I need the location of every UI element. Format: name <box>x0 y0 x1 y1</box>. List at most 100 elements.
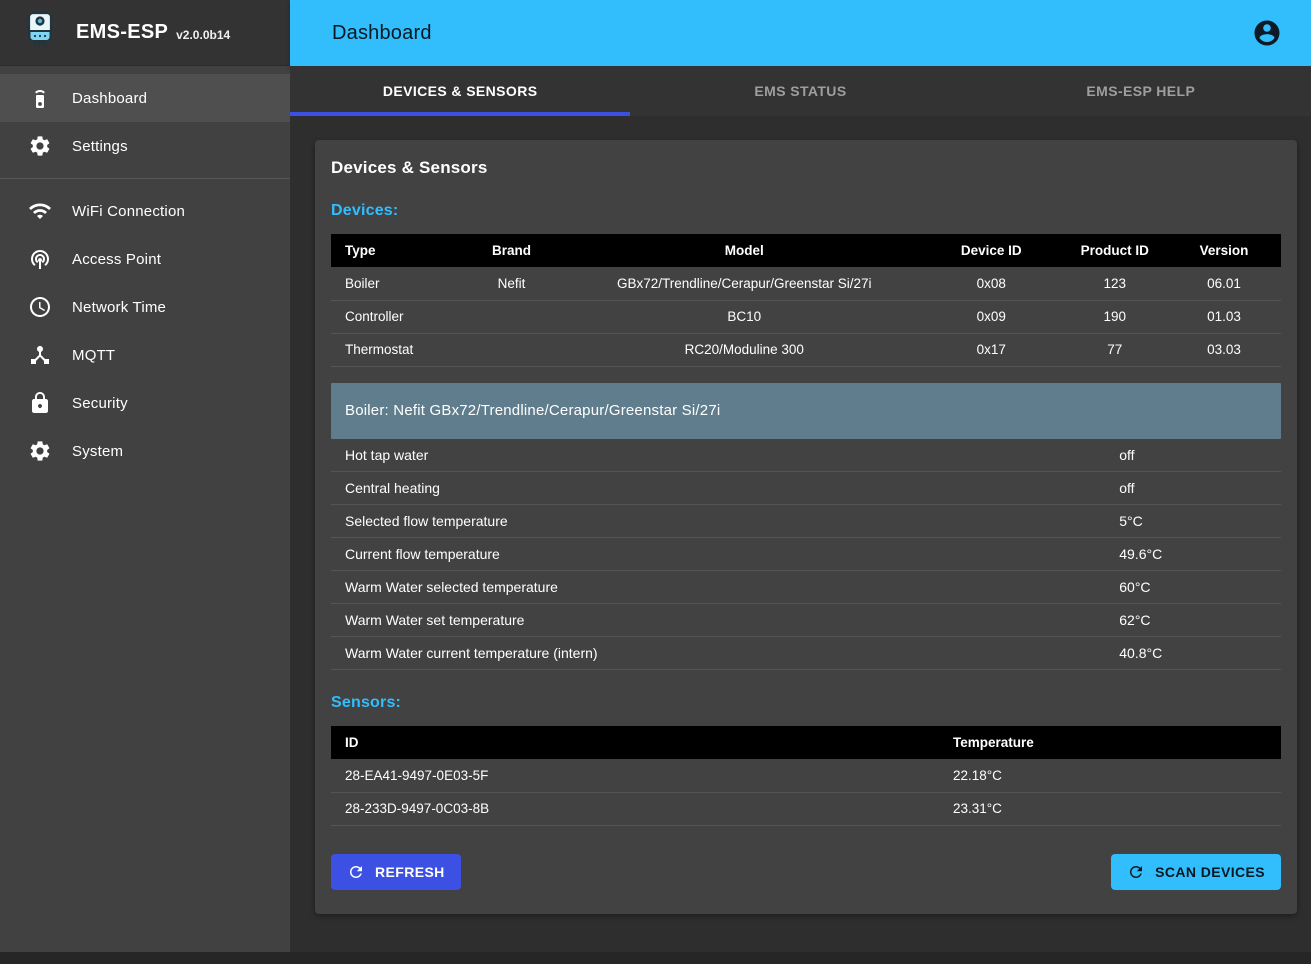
device-hub-icon <box>28 343 52 367</box>
tab-label: EMS-ESP HELP <box>1086 83 1195 99</box>
cell-version: 03.03 <box>1167 333 1281 366</box>
cell-device-id: 0x09 <box>920 300 1063 333</box>
selected-device-title: Boiler: Nefit GBx72/Trendline/Cerapur/Gr… <box>345 402 720 419</box>
cell-version: 01.03 <box>1167 300 1281 333</box>
column-header: Device ID <box>920 234 1063 267</box>
cell-product-id: 77 <box>1063 333 1168 366</box>
sidebar-item-network-time[interactable]: Network Time <box>0 283 290 331</box>
cell-brand: Nefit <box>455 267 569 300</box>
app-version: v2.0.0b14 <box>176 28 230 42</box>
detail-row: Warm Water current temperature (intern) … <box>331 637 1281 670</box>
tab-ems-status[interactable]: EMS STATUS <box>630 66 970 116</box>
cell-type: Controller <box>331 300 455 333</box>
detail-row: Current flow temperature 49.6°C <box>331 538 1281 571</box>
detail-value: 62°C <box>1105 604 1281 637</box>
app-brand: EMS-ESP v2.0.0b14 <box>0 0 290 66</box>
detail-row: Selected flow temperature 5°C <box>331 505 1281 538</box>
detail-label: Warm Water current temperature (intern) <box>331 637 1105 670</box>
clock-icon <box>28 295 52 319</box>
sensors-table-header: ID Temperature <box>331 726 1281 759</box>
ems-esp-app: EMS-ESP v2.0.0b14 Dashboard Settings <box>0 0 1311 964</box>
detail-row: Central heating off <box>331 472 1281 505</box>
detail-label: Central heating <box>331 472 1105 505</box>
sensor-row: 28-EA41-9497-0E03-5F 22.18°C <box>331 759 1281 792</box>
detail-row: Warm Water selected temperature 60°C <box>331 571 1281 604</box>
sidebar-item-label: WiFi Connection <box>72 203 185 220</box>
wifi-tethering-icon <box>28 247 52 271</box>
bottom-edge-strip <box>0 952 1311 964</box>
sensors-heading: Sensors: <box>331 694 1281 712</box>
column-header: Version <box>1167 234 1281 267</box>
sensor-id: 28-EA41-9497-0E03-5F <box>331 759 939 792</box>
sidebar-item-wifi-connection[interactable]: WiFi Connection <box>0 187 290 235</box>
column-header: ID <box>331 726 939 759</box>
cell-product-id: 190 <box>1063 300 1168 333</box>
cell-model: BC10 <box>569 300 921 333</box>
cell-device-id: 0x17 <box>920 333 1063 366</box>
refresh-icon <box>1127 863 1145 881</box>
detail-label: Selected flow temperature <box>331 505 1105 538</box>
sidebar-item-label: Settings <box>72 138 128 155</box>
column-header: Product ID <box>1063 234 1168 267</box>
detail-value: off <box>1105 439 1281 472</box>
tab-ems-esp-help[interactable]: EMS-ESP HELP <box>971 66 1311 116</box>
sidebar-divider <box>0 178 290 179</box>
cell-brand <box>455 333 569 366</box>
cell-device-id: 0x08 <box>920 267 1063 300</box>
table-row-boiler[interactable]: Boiler Nefit GBx72/Trendline/Cerapur/Gre… <box>331 267 1281 300</box>
refresh-button[interactable]: REFRESH <box>331 854 461 890</box>
cell-brand <box>455 300 569 333</box>
sidebar-item-settings[interactable]: Settings <box>0 122 290 170</box>
column-header: Type <box>331 234 455 267</box>
detail-label: Current flow temperature <box>331 538 1105 571</box>
column-header: Model <box>569 234 921 267</box>
sidebar-nav: Dashboard Settings WiFi Connection <box>0 66 290 475</box>
wifi-icon <box>28 199 52 223</box>
cell-type: Boiler <box>331 267 455 300</box>
sidebar-item-label: System <box>72 443 123 460</box>
card-title: Devices & Sensors <box>331 158 1281 178</box>
detail-row: Warm Water set temperature 62°C <box>331 604 1281 637</box>
detail-label: Hot tap water <box>331 439 1105 472</box>
app-title: EMS-ESP <box>76 21 168 44</box>
devices-heading: Devices: <box>331 202 1281 220</box>
cell-type: Thermostat <box>331 333 455 366</box>
refresh-button-label: REFRESH <box>375 864 445 880</box>
tab-label: DEVICES & SENSORS <box>383 83 538 99</box>
table-row-thermostat[interactable]: Thermostat RC20/Moduline 300 0x17 77 03.… <box>331 333 1281 366</box>
sidebar-item-system[interactable]: System <box>0 427 290 475</box>
sidebar: EMS-ESP v2.0.0b14 Dashboard Settings <box>0 0 290 952</box>
refresh-icon <box>347 863 365 881</box>
gear-icon <box>28 439 52 463</box>
sensor-row: 28-233D-9497-0C03-8B 23.31°C <box>331 792 1281 825</box>
sidebar-item-label: Network Time <box>72 299 166 316</box>
column-header: Brand <box>455 234 569 267</box>
cell-model: RC20/Moduline 300 <box>569 333 921 366</box>
sidebar-item-label: Dashboard <box>72 90 147 107</box>
sidebar-item-label: MQTT <box>72 347 115 364</box>
cell-version: 06.01 <box>1167 267 1281 300</box>
cell-model: GBx72/Trendline/Cerapur/Greenstar Si/27i <box>569 267 921 300</box>
device-details-table: Hot tap water off Central heating off Se… <box>331 439 1281 671</box>
sidebar-item-mqtt[interactable]: MQTT <box>0 331 290 379</box>
remote-icon <box>28 86 52 110</box>
devices-sensors-card: Devices & Sensors Devices: Type Brand Mo… <box>315 140 1297 914</box>
sensors-table: ID Temperature 28-EA41-9497-0E03-5F 22.1… <box>331 726 1281 826</box>
cell-product-id: 123 <box>1063 267 1168 300</box>
content-area: Devices & Sensors Devices: Type Brand Mo… <box>290 116 1311 952</box>
account-circle-icon[interactable] <box>1247 13 1287 53</box>
detail-value: 40.8°C <box>1105 637 1281 670</box>
sidebar-item-security[interactable]: Security <box>0 379 290 427</box>
sensor-temperature: 22.18°C <box>939 759 1281 792</box>
detail-value: 60°C <box>1105 571 1281 604</box>
tab-devices-sensors[interactable]: DEVICES & SENSORS <box>290 66 630 116</box>
table-row-controller[interactable]: Controller BC10 0x09 190 01.03 <box>331 300 1281 333</box>
lock-icon <box>28 391 52 415</box>
sidebar-item-access-point[interactable]: Access Point <box>0 235 290 283</box>
tab-bar: DEVICES & SENSORS EMS STATUS EMS-ESP HEL… <box>290 66 1311 116</box>
detail-label: Warm Water set temperature <box>331 604 1105 637</box>
gear-icon <box>28 134 52 158</box>
scan-devices-button[interactable]: SCAN DEVICES <box>1111 854 1281 890</box>
sidebar-item-dashboard[interactable]: Dashboard <box>0 74 290 122</box>
sensor-id: 28-233D-9497-0C03-8B <box>331 792 939 825</box>
